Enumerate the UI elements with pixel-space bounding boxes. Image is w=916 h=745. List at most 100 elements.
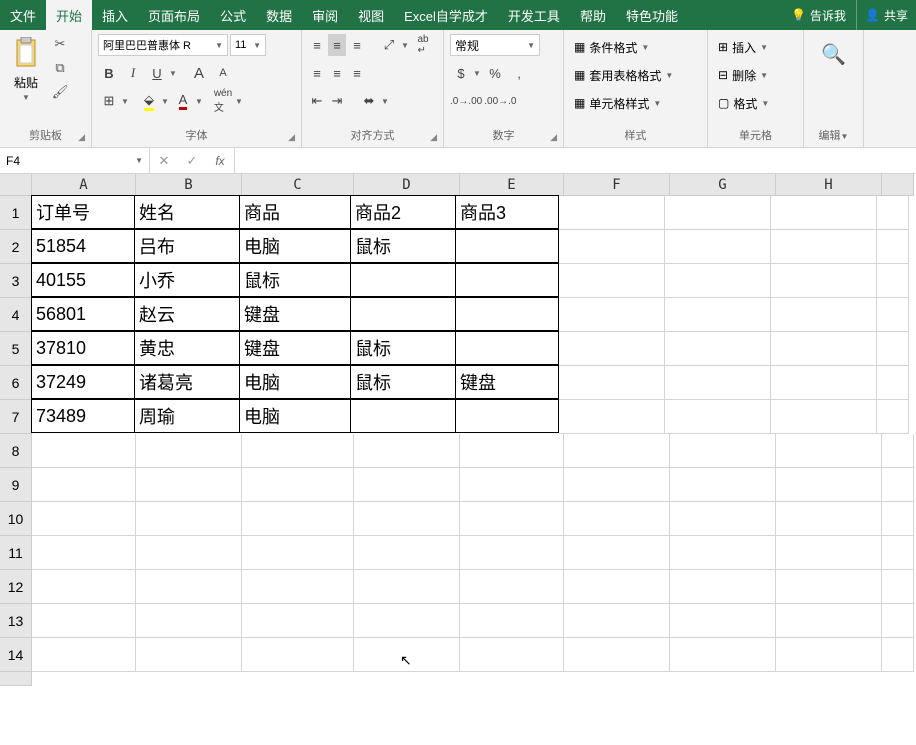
dialog-launcher-icon[interactable]: ◢: [550, 132, 557, 143]
row-header[interactable]: 8: [0, 434, 32, 468]
font-size-selector[interactable]: 11▼: [230, 34, 266, 56]
dialog-launcher-icon[interactable]: ◢: [78, 132, 85, 143]
cell[interactable]: [670, 502, 776, 536]
chevron-down-icon[interactable]: ▼: [841, 132, 849, 141]
cell[interactable]: [350, 399, 456, 433]
row-header[interactable]: 9: [0, 468, 32, 502]
tell-me[interactable]: 💡 告诉我: [781, 0, 856, 30]
cell[interactable]: [136, 434, 242, 468]
cell[interactable]: [776, 570, 882, 604]
cell[interactable]: [564, 434, 670, 468]
cell[interactable]: [559, 332, 665, 366]
cell[interactable]: [460, 502, 564, 536]
dialog-launcher-icon[interactable]: ◢: [430, 132, 437, 143]
cell[interactable]: [564, 638, 670, 672]
cell[interactable]: [354, 638, 460, 672]
cell[interactable]: 电脑: [239, 229, 351, 263]
cell[interactable]: [460, 570, 564, 604]
cell[interactable]: [665, 196, 771, 230]
col-header[interactable]: C: [242, 174, 354, 196]
cell[interactable]: [32, 604, 136, 638]
cell[interactable]: 小乔: [134, 263, 240, 297]
orientation-button[interactable]: ⤢: [378, 34, 400, 56]
cell[interactable]: [354, 570, 460, 604]
align-middle-button[interactable]: ≡: [328, 34, 346, 56]
cell[interactable]: [670, 434, 776, 468]
menu-tab-10[interactable]: 帮助: [570, 0, 616, 30]
cell[interactable]: [242, 570, 354, 604]
cell[interactable]: [776, 434, 882, 468]
menu-tab-11[interactable]: 特色功能: [616, 0, 688, 30]
chevron-down-icon[interactable]: ▼: [194, 97, 204, 106]
paste-button[interactable]: 粘贴 ▼: [6, 34, 46, 104]
cell[interactable]: [877, 366, 909, 400]
menu-tab-3[interactable]: 页面布局: [138, 0, 210, 30]
cell[interactable]: [564, 570, 670, 604]
cell[interactable]: [455, 229, 559, 263]
cell[interactable]: 赵云: [134, 297, 240, 331]
col-header[interactable]: D: [354, 174, 460, 196]
find-button[interactable]: 🔍: [814, 34, 854, 74]
copy-button[interactable]: ⧉: [50, 58, 70, 78]
cell[interactable]: [665, 366, 771, 400]
cell[interactable]: [460, 536, 564, 570]
row-header[interactable]: 2: [0, 230, 32, 264]
decrease-decimal-button[interactable]: .00→.0: [484, 90, 516, 112]
cell[interactable]: [136, 502, 242, 536]
cell[interactable]: [776, 502, 882, 536]
cell[interactable]: [350, 263, 456, 297]
font-selector[interactable]: 阿里巴巴普惠体 R▼: [98, 34, 228, 56]
cell[interactable]: [242, 468, 354, 502]
insert-cells-button[interactable]: ⊞插入▼: [714, 34, 772, 60]
cell[interactable]: 电脑: [239, 365, 351, 399]
cell[interactable]: [455, 399, 559, 433]
col-header[interactable]: G: [670, 174, 776, 196]
cell[interactable]: [559, 400, 665, 434]
cell[interactable]: 吕布: [134, 229, 240, 263]
cell[interactable]: [882, 502, 914, 536]
cell[interactable]: [665, 264, 771, 298]
cell[interactable]: [559, 366, 665, 400]
cut-button[interactable]: ✂: [50, 34, 70, 54]
chevron-down-icon[interactable]: ▼: [472, 69, 482, 78]
menu-tab-8[interactable]: Excel自学成才: [394, 0, 498, 30]
cell[interactable]: [665, 298, 771, 332]
cell[interactable]: [877, 230, 909, 264]
underline-button[interactable]: U: [146, 62, 168, 84]
cell[interactable]: [670, 468, 776, 502]
align-right-button[interactable]: ≡: [348, 62, 366, 84]
phonetic-button[interactable]: wén文: [212, 90, 234, 112]
cell[interactable]: 周瑜: [134, 399, 240, 433]
chevron-down-icon[interactable]: ▼: [380, 97, 390, 106]
cell[interactable]: 键盘: [239, 297, 351, 331]
row-header[interactable]: 4: [0, 298, 32, 332]
cell[interactable]: 键盘: [455, 365, 559, 399]
col-header[interactable]: F: [564, 174, 670, 196]
chevron-down-icon[interactable]: ▼: [234, 97, 244, 106]
row-header[interactable]: 1: [0, 196, 32, 230]
grow-font-button[interactable]: A: [188, 62, 210, 84]
cell[interactable]: [354, 434, 460, 468]
cell[interactable]: 鼠标: [350, 229, 456, 263]
italic-button[interactable]: I: [122, 62, 144, 84]
table-format-button[interactable]: ▦套用表格格式▼: [570, 62, 677, 88]
cell[interactable]: [670, 604, 776, 638]
cell[interactable]: [877, 332, 909, 366]
delete-cells-button[interactable]: ⊟删除▼: [714, 62, 772, 88]
cell[interactable]: [665, 332, 771, 366]
number-format-selector[interactable]: 常规▼: [450, 34, 540, 56]
comma-button[interactable]: ,: [508, 62, 530, 84]
enter-formula-button[interactable]: ✓: [178, 153, 206, 169]
cell[interactable]: [559, 230, 665, 264]
row-header[interactable]: [0, 672, 32, 686]
cell[interactable]: [771, 264, 877, 298]
cell[interactable]: 商品: [239, 195, 351, 229]
decrease-indent-button[interactable]: ⇤: [308, 90, 326, 112]
cell[interactable]: [877, 400, 909, 434]
row-header[interactable]: 12: [0, 570, 32, 604]
col-header[interactable]: H: [776, 174, 882, 196]
cell[interactable]: 73489: [31, 399, 135, 433]
row-header[interactable]: 3: [0, 264, 32, 298]
cell[interactable]: [559, 264, 665, 298]
cell[interactable]: 电脑: [239, 399, 351, 433]
